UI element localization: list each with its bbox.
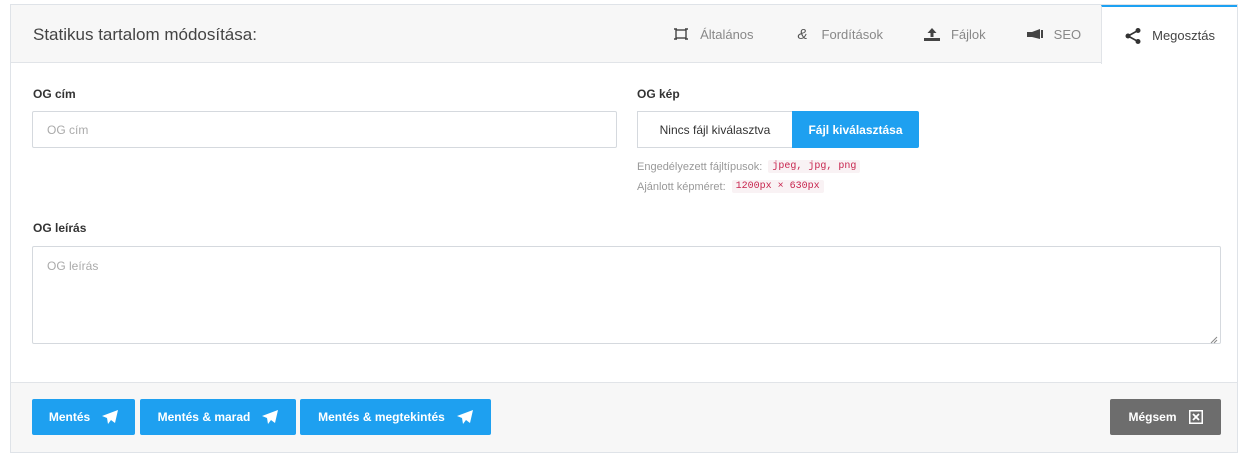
upload-icon (923, 26, 941, 42)
send-icon (102, 410, 119, 424)
save-button-label: Mentés (48, 410, 91, 424)
tab-share-label: Megosztás (1152, 28, 1215, 43)
recommended-size-value: 1200px × 630px (731, 180, 824, 193)
og-description-textarea[interactable] (32, 246, 1221, 344)
edit-content-card: Statikus tartalom módosítása: Általános … (10, 4, 1238, 453)
cancel-button[interactable]: Mégsem (1110, 399, 1221, 435)
file-status: Nincs fájl kiválasztva (637, 111, 792, 148)
send-icon (456, 410, 473, 424)
save-and-view-button[interactable]: Mentés & megtekintés (300, 399, 491, 435)
og-image-label: OG kép (637, 87, 680, 101)
tab-bar: Általános & Fordítások Fájlok SEO Megosz… (652, 5, 1237, 64)
card-header: Statikus tartalom módosítása: Általános … (11, 5, 1237, 64)
page-title: Statikus tartalom módosítása: (33, 25, 257, 44)
allowed-types-help: Engedélyezett fájltípusok: jpeg, jpg, pn… (637, 160, 861, 173)
choose-file-button[interactable]: Fájl kiválasztása (792, 111, 919, 148)
send-icon (262, 410, 279, 424)
close-box-icon (1188, 410, 1203, 424)
tab-seo[interactable]: SEO (1006, 5, 1101, 63)
cancel-button-label: Mégsem (1128, 410, 1177, 424)
recommended-size-label: Ajánlott képméret: (637, 180, 726, 193)
og-title-input[interactable] (32, 111, 617, 148)
tab-share[interactable]: Megosztás (1101, 5, 1237, 64)
save-button[interactable]: Mentés (32, 399, 135, 435)
tab-general[interactable]: Általános (652, 5, 773, 63)
og-description-label: OG leírás (33, 221, 87, 235)
tab-translations[interactable]: & Fordítások (774, 5, 903, 63)
save-and-view-label: Mentés & megtekintés (318, 410, 445, 424)
og-image-file-picker: Nincs fájl kiválasztva Fájl kiválasztása (637, 111, 919, 148)
card-footer: Mentés Mentés & marad Mentés & megtekint… (11, 382, 1237, 452)
save-and-stay-label: Mentés & marad (157, 410, 251, 424)
tab-translations-label: Fordítások (821, 26, 883, 42)
expand-icon (672, 26, 690, 42)
megaphone-icon (1026, 26, 1044, 42)
og-title-label: OG cím (33, 87, 76, 101)
save-and-stay-button[interactable]: Mentés & marad (140, 399, 296, 435)
ampersand-icon: & (797, 25, 808, 43)
recommended-size-help: Ajánlott képméret: 1200px × 630px (637, 180, 824, 193)
tab-files[interactable]: Fájlok (903, 5, 1006, 63)
allowed-types-label: Engedélyezett fájltípusok: (637, 160, 763, 173)
tab-files-label: Fájlok (950, 26, 986, 42)
resize-handle-icon[interactable] (1208, 331, 1218, 344)
tab-general-label: Általános (700, 26, 754, 42)
tab-seo-label: SEO (1053, 26, 1082, 42)
allowed-types-value: jpeg, jpg, png (768, 160, 861, 173)
share-icon (1124, 27, 1142, 44)
